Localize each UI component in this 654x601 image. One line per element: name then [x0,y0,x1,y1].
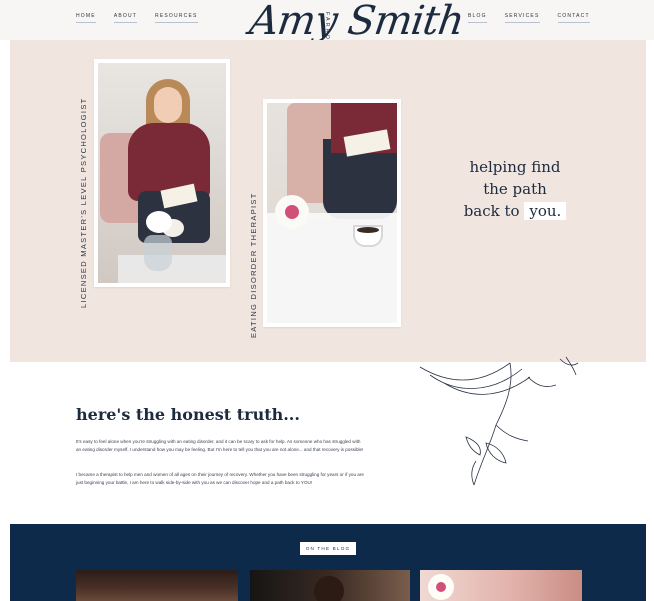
blog-card-2[interactable] [250,570,410,601]
intro-paragraph-1: It's easy to feel alone when you're stru… [76,439,364,452]
credential-label: LICENSED MASTER'S LEVEL PSYCHOLOGIST [79,97,88,309]
tagline-line-3: back to you. [440,200,590,222]
lifestyle-photo [263,99,401,327]
blog-section: ON THE BLOG [10,524,646,601]
nav-contact-link[interactable]: CONTACT [557,13,590,23]
portrait-photo [94,59,230,287]
blog-card-3[interactable] [420,570,582,601]
lifestyle-image [267,103,397,323]
intro-paragraph-2: I became a therapist to help men and wom… [76,472,364,485]
hero-tagline: helping find the path back to you. [440,156,590,222]
tagline-line-3-prefix: back to [463,202,520,220]
portrait-image [98,63,226,283]
blog-card-1[interactable] [76,570,238,601]
botanical-line-art [419,356,579,486]
on-the-blog-badge[interactable]: ON THE BLOG [300,542,356,555]
tagline-highlight: you. [524,202,567,220]
nav-about-link[interactable]: ABOUT [113,13,138,23]
nav-blog-link[interactable]: BLOG [468,13,487,23]
nav-home-link[interactable]: HOME [76,13,96,23]
section-title: here's the honest truth... [76,405,300,424]
specialty-label: EATING DISORDER THERAPIST [249,192,258,338]
logo-name: Amy Smith [246,0,467,44]
nav-left: HOME ABOUT RESOURCES [76,13,199,23]
nav-services-link[interactable]: SERVICES [504,13,540,23]
hero-section: LICENSED MASTER'S LEVEL PSYCHOLOGIST EAT… [10,40,646,362]
nav-right: BLOG SERVICES CONTACT [468,13,590,23]
tagline-line-2: the path [483,180,547,198]
site-header: HOME ABOUT RESOURCES Amy Smith FARROW BL… [0,0,654,48]
nav-resources-link[interactable]: RESOURCES [155,13,199,23]
tagline-line-1: helping find [469,158,561,176]
